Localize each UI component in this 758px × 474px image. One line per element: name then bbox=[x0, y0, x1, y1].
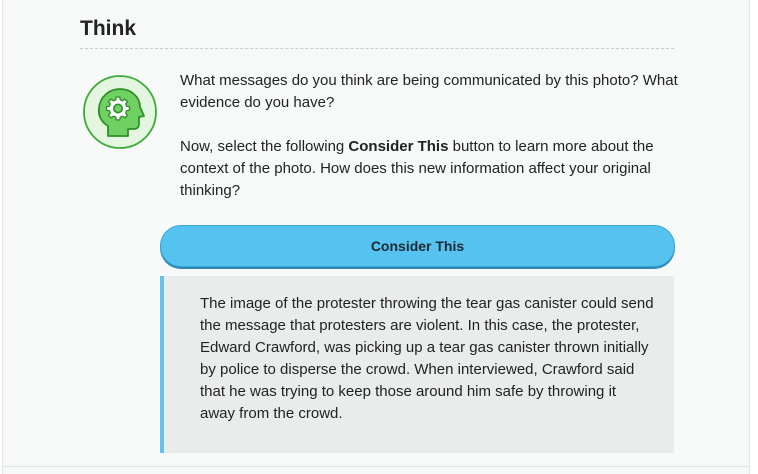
consider-this-button[interactable]: Consider This bbox=[160, 225, 675, 267]
consider-this-panel: The image of the protester throwing the … bbox=[160, 276, 674, 453]
instruction-button-name: Consider This bbox=[348, 138, 449, 155]
consider-this-text: The image of the protester throwing the … bbox=[200, 295, 654, 422]
prompt-instruction: Now, select the following Consider This … bbox=[180, 136, 680, 202]
prompt-question: What messages do you think are being com… bbox=[180, 72, 678, 111]
panel-bottom-divider bbox=[2, 466, 750, 467]
section-heading: Think bbox=[80, 17, 136, 40]
think-prompt: What messages do you think are being com… bbox=[180, 70, 680, 202]
heading-divider bbox=[80, 48, 674, 49]
instruction-text-start: Now, select the following bbox=[180, 138, 349, 155]
head-gear-icon bbox=[83, 75, 157, 149]
